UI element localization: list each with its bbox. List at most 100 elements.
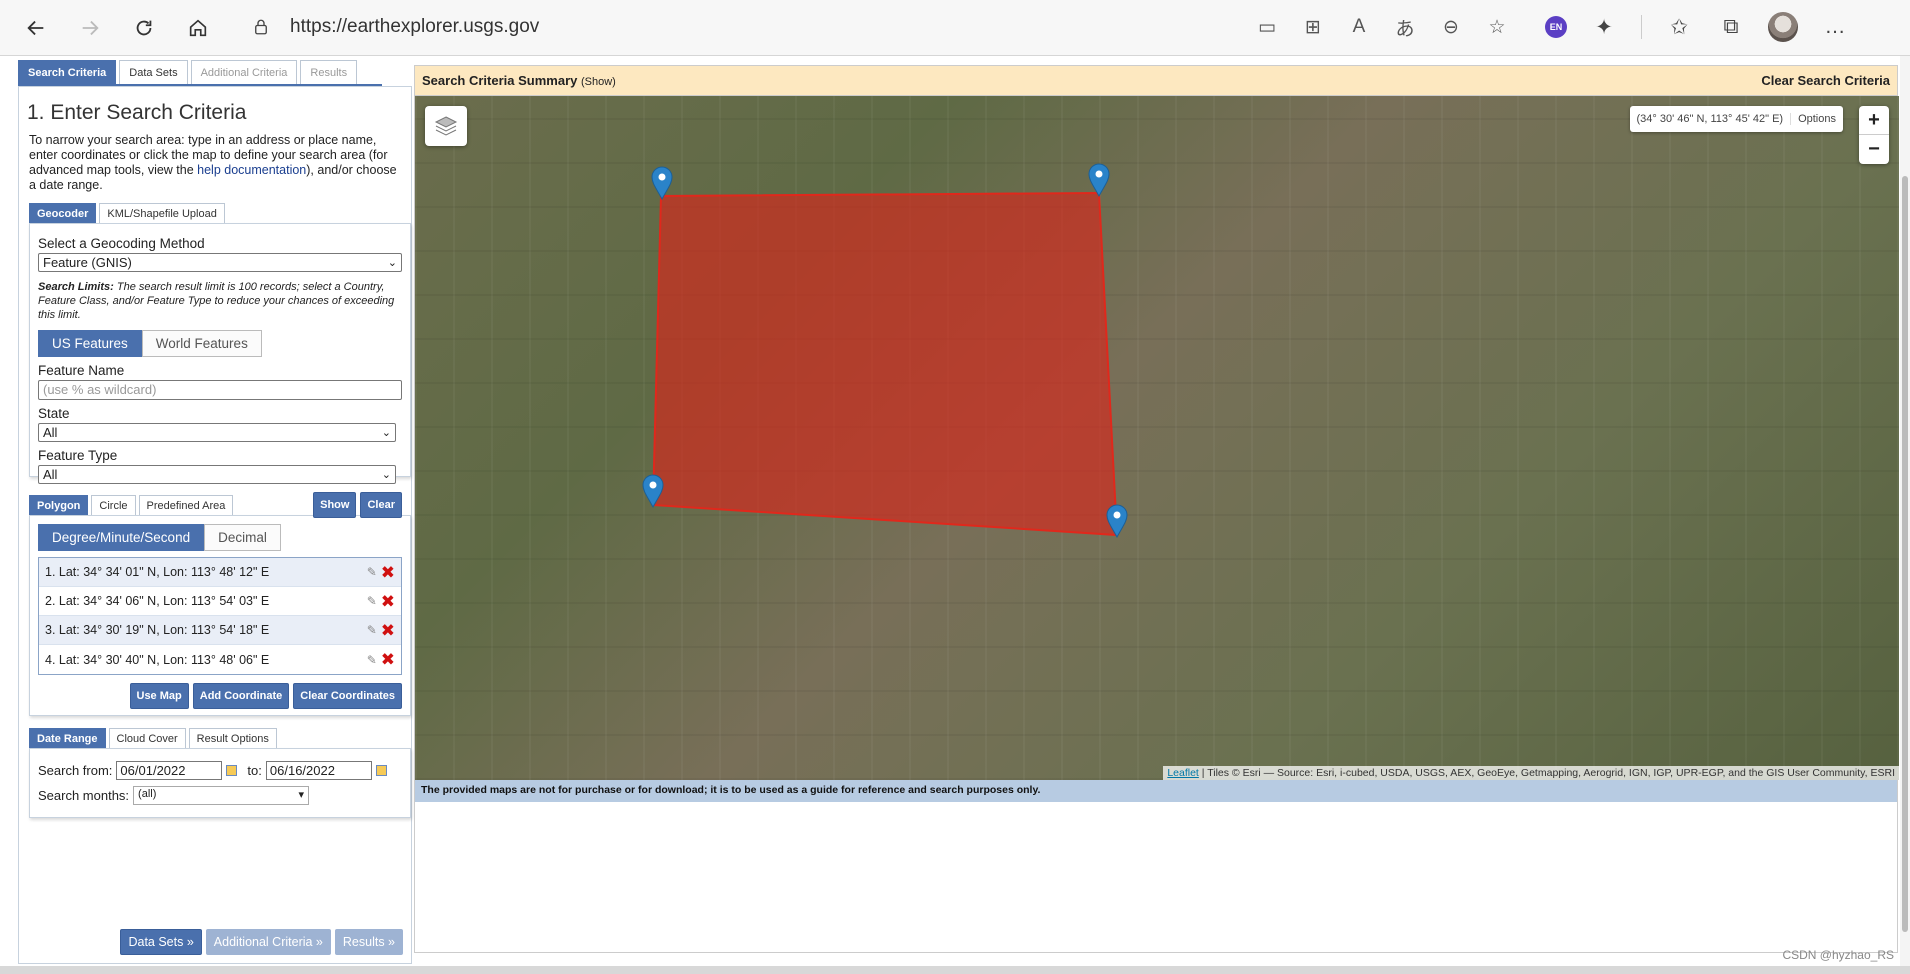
world-features-button[interactable]: World Features — [141, 330, 262, 357]
device-icon[interactable]: ▭ — [1254, 14, 1280, 40]
map-marker-icon[interactable] — [651, 166, 673, 200]
tab-data-sets[interactable]: Data Sets — [119, 60, 188, 84]
add-coordinate-button[interactable]: Add Coordinate — [192, 683, 290, 709]
zoom-out-button[interactable]: − — [1859, 135, 1889, 164]
horizontal-scrollbar[interactable] — [0, 966, 1910, 974]
translate-icon[interactable]: あ — [1392, 14, 1418, 40]
coordinate-readout-text: (34° 30' 46" N, 113° 45' 42" E) — [1636, 113, 1784, 125]
tab-circle[interactable]: Circle — [91, 495, 136, 515]
search-area-polygon[interactable] — [651, 191, 1119, 537]
forward-icon[interactable] — [72, 10, 108, 46]
satellite-map[interactable]: (34° 30' 46" N, 113° 45' 42" E) Options … — [415, 96, 1899, 780]
tab-additional-criteria[interactable]: Additional Criteria — [190, 60, 298, 84]
edit-icon[interactable]: ✎ — [367, 653, 377, 667]
home-icon[interactable] — [180, 10, 216, 46]
map-marker-icon[interactable] — [1088, 163, 1110, 197]
cursor-coordinate-readout: (34° 30' 46" N, 113° 45' 42" E) Options — [1629, 106, 1843, 132]
calendar-icon[interactable] — [375, 765, 387, 776]
search-months-value: (all) — [138, 788, 157, 800]
extensions-icon[interactable]: ✦ — [1589, 12, 1619, 42]
to-label: to: — [247, 763, 262, 778]
polygon-box: Degree/Minute/Second Decimal 1. Lat: 34°… — [29, 515, 411, 716]
show-button[interactable]: Show — [313, 492, 357, 518]
edit-icon[interactable]: ✎ — [367, 565, 377, 579]
more-menu-icon[interactable]: … — [1820, 12, 1850, 42]
use-map-button[interactable]: Use Map — [129, 683, 189, 709]
favorite-add-icon[interactable]: ☆ — [1484, 14, 1510, 40]
coordinate-text: 2. Lat: 34° 34' 06" N, Lon: 113° 54' 03"… — [45, 594, 270, 608]
results-button[interactable]: Results » — [334, 929, 403, 955]
geocoder-tabs: Geocoder KML/Shapefile Upload — [29, 203, 407, 223]
url-text: https://earthexplorer.usgs.gov — [290, 16, 540, 37]
leaflet-link[interactable]: Leaflet — [1167, 767, 1199, 779]
search-months-select[interactable]: (all) ▾ — [133, 786, 310, 805]
map-marker-icon[interactable] — [642, 474, 664, 508]
clear-search-criteria-link[interactable]: Clear Search Criteria — [1761, 73, 1890, 88]
additional-criteria-button[interactable]: Additional Criteria » — [205, 929, 331, 955]
edit-icon[interactable]: ✎ — [367, 594, 377, 608]
edit-icon[interactable]: ✎ — [367, 623, 377, 637]
search-criteria-content: 1. Enter Search Criteria To narrow your … — [18, 86, 412, 964]
map-attribution: Leaflet | Tiles © Esri — Source: Esri, i… — [1163, 766, 1899, 780]
back-icon[interactable] — [18, 10, 54, 46]
state-select[interactable]: All ⌄ — [38, 423, 396, 442]
refresh-icon[interactable] — [126, 10, 162, 46]
clear-button[interactable]: Clear — [360, 492, 402, 518]
avatar[interactable] — [1768, 12, 1798, 42]
feature-scope-toggle: US Features World Features — [38, 330, 402, 357]
tab-polygon[interactable]: Polygon — [29, 495, 89, 515]
help-documentation-link[interactable]: help documentation — [197, 163, 306, 177]
calendar-icon[interactable] — [226, 765, 238, 776]
coordinate-text: 3. Lat: 34° 30' 19" N, Lon: 113° 54' 18"… — [45, 623, 270, 637]
date-from-input[interactable]: 06/01/2022 — [116, 761, 223, 780]
tab-results[interactable]: Results — [300, 60, 358, 84]
tab-predefined-area[interactable]: Predefined Area — [138, 495, 234, 515]
chevron-down-icon: ⌄ — [381, 469, 391, 481]
feature-type-select[interactable]: All ⌄ — [38, 465, 396, 484]
summary-show-link[interactable]: (Show) — [581, 76, 616, 88]
delete-icon[interactable]: ✖ — [381, 651, 395, 668]
profile-badge[interactable]: EN — [1545, 16, 1567, 38]
search-criteria-summary: Search Criteria Summary (Show) Clear Sea… — [415, 66, 1897, 96]
map-options-button[interactable]: Options — [1790, 113, 1843, 125]
tab-cloud-cover[interactable]: Cloud Cover — [108, 728, 186, 748]
apps-icon[interactable]: ⊞ — [1300, 14, 1326, 40]
tab-geocoder[interactable]: Geocoder — [29, 203, 97, 223]
decimal-format-button[interactable]: Decimal — [204, 524, 281, 551]
list-item: 2. Lat: 34° 34' 06" N, Lon: 113° 54' 03"… — [39, 587, 401, 616]
tab-result-options[interactable]: Result Options — [188, 728, 277, 748]
delete-icon[interactable]: ✖ — [381, 564, 395, 581]
dms-format-button[interactable]: Degree/Minute/Second — [38, 524, 205, 551]
search-from-label: Search from: — [38, 763, 113, 778]
browser-toolbar: https://earthexplorer.usgs.gov ▭ ⊞ A あ ⊖… — [0, 0, 1910, 56]
map-marker-icon[interactable] — [1106, 504, 1128, 538]
data-sets-button[interactable]: Data Sets » — [120, 929, 202, 955]
us-features-button[interactable]: US Features — [38, 330, 142, 357]
tab-date-range[interactable]: Date Range — [29, 728, 106, 748]
tab-search-criteria[interactable]: Search Criteria — [18, 60, 117, 84]
geocoding-method-value: Feature (GNIS) — [43, 255, 132, 270]
zoom-in-button[interactable]: + — [1859, 106, 1889, 135]
clear-coordinates-button[interactable]: Clear Coordinates — [293, 683, 402, 709]
delete-icon[interactable]: ✖ — [381, 622, 395, 639]
favorites-icon[interactable]: ✩ — [1664, 12, 1694, 42]
date-to-input[interactable]: 06/16/2022 — [265, 761, 372, 780]
tab-kml-upload[interactable]: KML/Shapefile Upload — [99, 203, 225, 223]
collections-icon[interactable]: ⧉ — [1716, 12, 1746, 42]
scrollbar-thumb[interactable] — [1902, 176, 1908, 932]
page-scrollbar[interactable] — [1900, 56, 1910, 974]
zoom-out-icon[interactable]: ⊖ — [1438, 14, 1464, 40]
step-navigation: Data Sets » Additional Criteria » Result… — [120, 929, 403, 955]
read-aloud-icon[interactable]: A — [1346, 14, 1372, 40]
geocoder-box: Select a Geocoding Method Feature (GNIS)… — [29, 223, 411, 518]
chevron-down-icon: ⌄ — [387, 257, 397, 269]
main-tabs: Search Criteria Data Sets Additional Cri… — [18, 60, 382, 86]
geocoding-method-select[interactable]: Feature (GNIS) ⌄ — [38, 253, 402, 272]
attribution-text: | Tiles © Esri — Source: Esri, i-cubed, … — [1198, 767, 1895, 779]
geocoding-method-label: Select a Geocoding Method — [38, 236, 205, 251]
search-months-label: Search months: — [38, 788, 130, 803]
feature-name-input[interactable]: (use % as wildcard) — [38, 380, 402, 400]
delete-icon[interactable]: ✖ — [381, 593, 395, 610]
layers-icon[interactable] — [425, 106, 467, 146]
state-label: State — [38, 406, 70, 421]
